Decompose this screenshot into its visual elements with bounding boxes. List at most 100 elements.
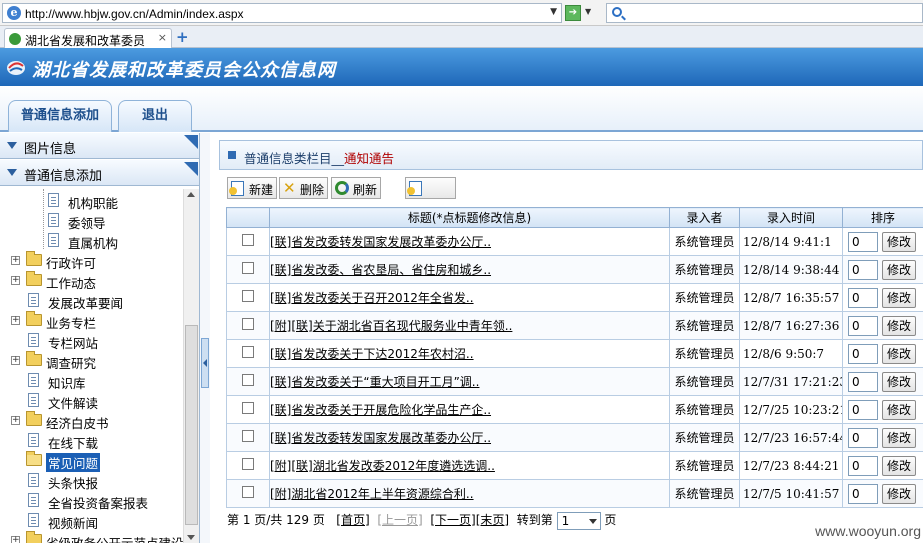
edit-button[interactable]: 修改 (882, 315, 917, 336)
tree-node[interactable]: + 工作动态 (0, 271, 183, 291)
order-input[interactable]: 0 (848, 315, 878, 336)
edit-button[interactable]: 修改 (882, 371, 917, 392)
edit-button[interactable]: 修改 (882, 259, 917, 280)
tree-node[interactable]: 视频新闻 (0, 511, 183, 531)
order-input[interactable]: 0 (848, 231, 878, 252)
order-input[interactable]: 0 (848, 483, 878, 504)
edit-button[interactable]: 修改 (882, 231, 917, 252)
tree-node[interactable]: + 行政许可 (0, 251, 183, 271)
expand-icon[interactable]: + (11, 276, 20, 285)
info-title-link[interactable]: 省发改委关于“重大项目开工月”调.. (291, 375, 479, 389)
close-tab-icon[interactable]: × (158, 31, 167, 44)
collapse-sidebar-icon[interactable] (201, 338, 209, 388)
tree-node[interactable]: 文件解读 (0, 391, 183, 411)
expand-icon[interactable]: + (11, 536, 20, 543)
refresh-button[interactable]: 刷新 (331, 177, 381, 199)
tree-node[interactable]: 机构职能 (0, 191, 183, 211)
row-checkbox[interactable] (242, 346, 254, 358)
expand-icon[interactable]: + (11, 356, 20, 365)
scroll-up-icon[interactable] (187, 192, 195, 197)
row-checkbox[interactable] (242, 374, 254, 386)
page-select[interactable]: 1 (556, 511, 601, 530)
row-checkbox[interactable] (242, 458, 254, 470)
link-tag[interactable]: [联] (291, 459, 312, 473)
expand-icon[interactable]: + (11, 256, 20, 265)
first-page-link[interactable]: [首页] (336, 513, 369, 527)
link-tag[interactable]: [联] (271, 403, 292, 417)
sidebar-section-images[interactable]: 图片信息 (0, 133, 199, 159)
info-title-link[interactable]: 省发改委、省农垦局、省住房和城乡.. (291, 263, 491, 277)
expand-icon[interactable]: + (11, 316, 20, 325)
row-checkbox[interactable] (242, 318, 254, 330)
new-button[interactable]: 新建 (227, 177, 277, 199)
order-input[interactable]: 0 (848, 371, 878, 392)
order-input[interactable]: 0 (848, 343, 878, 364)
edit-button[interactable]: 修改 (882, 343, 917, 364)
order-input[interactable]: 0 (848, 287, 878, 308)
order-input[interactable]: 0 (848, 455, 878, 476)
tab-logout[interactable]: 退出 (118, 100, 192, 132)
import-button[interactable] (405, 177, 456, 199)
tree-node[interactable]: 全省投资备案报表 (0, 491, 183, 511)
link-tag[interactable]: [联] (271, 291, 292, 305)
info-title-link[interactable]: 湖北省发改委2012年度遴选选调.. (313, 459, 495, 473)
edit-button[interactable]: 修改 (882, 455, 917, 476)
info-title-link[interactable]: 省发改委关于开展危险化学品生产企.. (291, 403, 491, 417)
new-tab-icon[interactable]: + (176, 28, 189, 46)
row-checkbox[interactable] (242, 234, 254, 246)
last-page-link[interactable]: [末页] (476, 513, 509, 527)
link-tag[interactable]: [联] (271, 375, 292, 389)
scroll-thumb[interactable] (185, 325, 198, 525)
attachment-tag[interactable]: [附] (271, 459, 292, 473)
expand-icon[interactable]: + (11, 416, 20, 425)
search-input[interactable] (606, 3, 923, 23)
link-tag[interactable]: [联] (271, 235, 292, 249)
tree-node[interactable]: 常见问题 (0, 451, 183, 472)
tree-node[interactable]: 委领导 (0, 211, 183, 231)
info-title-link[interactable]: 湖北省2012年上半年资源综合利.. (291, 487, 473, 501)
tree-node[interactable]: + 省级政务公开示范点建设 (0, 531, 184, 543)
info-title-link[interactable]: 省发改委转发国家发展改革委办公厅.. (291, 235, 491, 249)
edit-button[interactable]: 修改 (882, 483, 917, 504)
link-tag[interactable]: [联] (271, 431, 292, 445)
tree-node[interactable]: 在线下载 (0, 431, 183, 451)
info-title-link[interactable]: 省发改委关于下达2012年农村沼.. (291, 347, 473, 361)
tree-node[interactable]: + 业务专栏 (0, 311, 183, 331)
scroll-down-icon[interactable] (187, 535, 195, 540)
go-icon[interactable]: ➔ (565, 5, 581, 21)
tree-node[interactable]: + 调查研究 (0, 351, 183, 371)
dropdown-arrow-icon[interactable]: ▼ (550, 7, 557, 17)
edit-button[interactable]: 修改 (882, 399, 917, 420)
attachment-tag[interactable]: [附] (271, 487, 292, 501)
tree-node[interactable]: 知识库 (0, 371, 183, 391)
tree-node[interactable]: 专栏网站 (0, 331, 183, 351)
link-tag[interactable]: [联] (291, 319, 312, 333)
browser-tab[interactable]: 湖北省发展和改革委员 × (4, 28, 172, 48)
row-checkbox[interactable] (242, 430, 254, 442)
link-tag[interactable]: [联] (271, 347, 292, 361)
sidebar-scrollbar[interactable] (183, 189, 199, 543)
delete-button[interactable]: ✕ 删除 (279, 177, 328, 199)
order-input[interactable]: 0 (848, 399, 878, 420)
row-checkbox[interactable] (242, 486, 254, 498)
tree-node[interactable]: 头条快报 (0, 471, 183, 491)
info-title-link[interactable]: 关于湖北省百名现代服务业中青年领.. (313, 319, 513, 333)
row-checkbox[interactable] (242, 290, 254, 302)
tree-node[interactable]: 直属机构 (0, 231, 183, 251)
tree-node[interactable]: + 经济白皮书 (0, 411, 183, 431)
go-dropdown-icon[interactable]: ▼ (585, 7, 591, 16)
edit-button[interactable]: 修改 (882, 427, 917, 448)
tree-node[interactable]: 发展改革要闻 (0, 291, 183, 311)
order-input[interactable]: 0 (848, 259, 878, 280)
url-field[interactable]: e http://www.hbjw.gov.cn/Admin/index.asp… (2, 3, 562, 23)
link-tag[interactable]: [联] (271, 263, 292, 277)
edit-button[interactable]: 修改 (882, 287, 917, 308)
next-page-link[interactable]: [下一页] (430, 513, 475, 527)
sidebar-section-general-info[interactable]: 普通信息添加 (0, 160, 199, 186)
order-input[interactable]: 0 (848, 427, 878, 448)
tab-add-info[interactable]: 普通信息添加 (8, 100, 112, 132)
attachment-tag[interactable]: [附] (271, 319, 292, 333)
info-title-link[interactable]: 省发改委转发国家发展改革委办公厅.. (291, 431, 491, 445)
info-title-link[interactable]: 省发改委关于召开2012年全省发.. (291, 291, 473, 305)
row-checkbox[interactable] (242, 262, 254, 274)
